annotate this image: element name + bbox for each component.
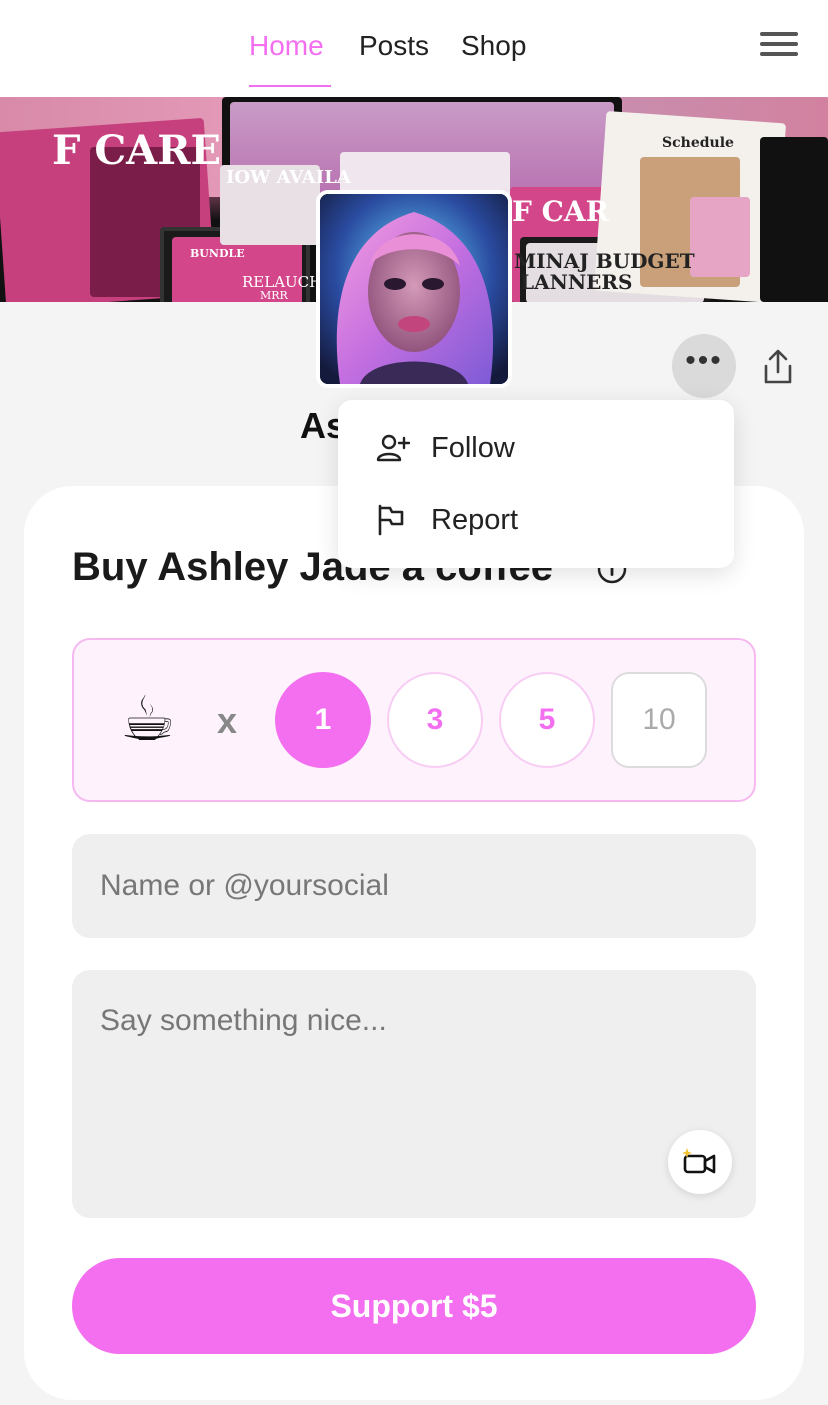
name-input[interactable]: [72, 834, 756, 938]
menu-item-follow[interactable]: Follow: [338, 412, 734, 484]
avatar[interactable]: [316, 190, 512, 388]
tab-shop[interactable]: Shop: [461, 30, 526, 62]
multiplier-symbol: x: [217, 700, 238, 741]
cover-text: Schedule: [662, 135, 734, 151]
more-horizontal-icon: •••: [685, 344, 723, 377]
quantity-option-10[interactable]: 10: [611, 672, 707, 768]
top-navigation: Home Posts Shop: [0, 0, 828, 97]
quantity-option-3[interactable]: 3: [387, 672, 483, 768]
video-message-button[interactable]: [668, 1130, 732, 1194]
share-icon[interactable]: [760, 348, 796, 386]
menu-item-label: Follow: [431, 431, 515, 464]
quantity-option-1[interactable]: 1: [275, 672, 371, 768]
more-options-button[interactable]: •••: [672, 334, 736, 398]
cover-text: F CAR: [512, 195, 609, 228]
hamburger-menu-icon[interactable]: [760, 32, 798, 62]
coffee-cup-icon: ☕: [120, 685, 176, 754]
quantity-option-5[interactable]: 5: [499, 672, 595, 768]
cover-text: MRR: [260, 289, 288, 302]
video-camera-sparkle-icon: [682, 1148, 716, 1174]
menu-item-report[interactable]: Report: [338, 484, 734, 556]
cover-text: F CARE: [52, 127, 221, 174]
menu-item-label: Report: [431, 503, 519, 536]
cover-text: LANNERS: [520, 270, 633, 294]
tab-home[interactable]: Home: [249, 30, 324, 62]
cover-text: BUNDLE: [190, 247, 245, 260]
support-button[interactable]: Support $5: [72, 1258, 756, 1354]
user-plus-icon: [376, 434, 411, 462]
more-options-menu: Follow Report: [338, 400, 734, 568]
active-tab-indicator: [249, 85, 331, 87]
flag-icon: [378, 504, 404, 536]
cover-text: IOW AVAILA: [226, 167, 351, 188]
tab-posts[interactable]: Posts: [359, 30, 429, 62]
avatar-portrait: [320, 194, 508, 384]
message-input[interactable]: [72, 970, 756, 1218]
